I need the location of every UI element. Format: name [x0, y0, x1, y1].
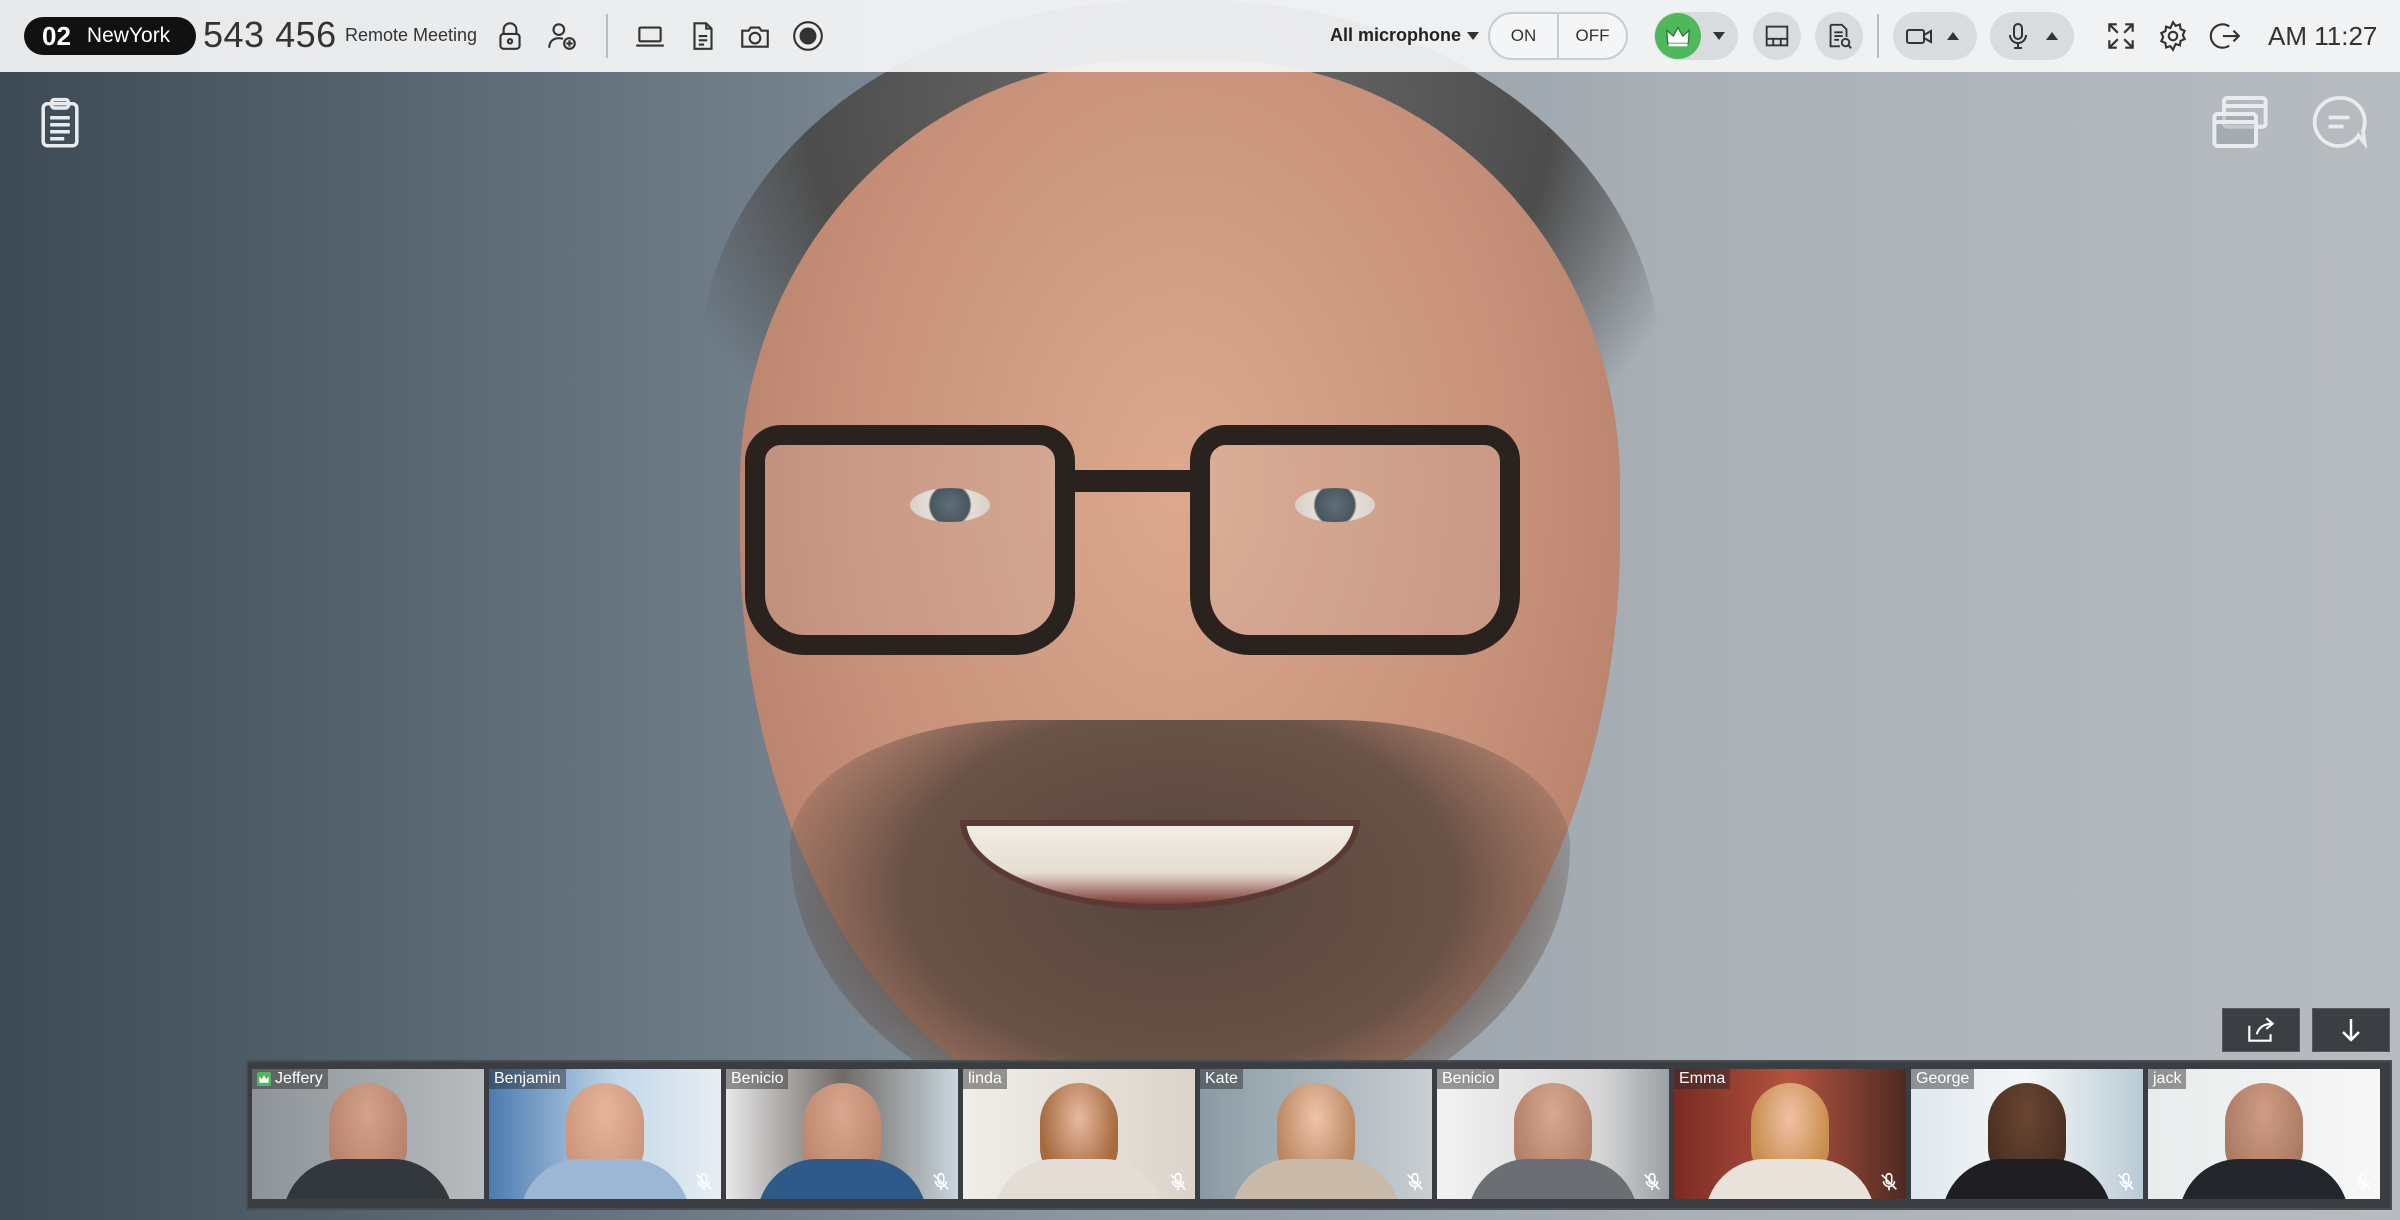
participant-filmstrip: Jeffery Benjamin Benicio linda Kate Beni… — [246, 1060, 2392, 1210]
toolbar-divider — [1877, 14, 1879, 58]
participant-tile[interactable]: Benicio — [1437, 1069, 1669, 1199]
lock-icon[interactable] — [491, 17, 529, 55]
record-icon[interactable] — [789, 17, 827, 55]
microphone-selector[interactable]: All microphone — [1330, 25, 1480, 46]
muted-microphone-icon — [1881, 1172, 1897, 1191]
glasses-lens-right — [1190, 425, 1520, 655]
fullscreen-icon[interactable] — [2102, 17, 2140, 55]
chevron-down-icon — [1713, 32, 1725, 40]
file-share-icon[interactable] — [1815, 12, 1863, 60]
participant-tile[interactable]: George — [1911, 1069, 2143, 1199]
muted-microphone-icon — [696, 1172, 712, 1191]
notes-clipboard-icon[interactable] — [28, 90, 92, 154]
settings-icon[interactable] — [2154, 17, 2192, 55]
muted-microphone-icon — [1407, 1172, 1423, 1191]
participant-tile[interactable]: Emma — [1674, 1069, 1906, 1199]
toolbar-divider — [606, 14, 608, 58]
document-icon[interactable] — [684, 17, 722, 55]
participant-name-text: George — [1916, 1070, 1970, 1087]
muted-microphone-icon — [1170, 1172, 1186, 1191]
participant-name-text: Benjamin — [494, 1070, 561, 1087]
participant-tile[interactable]: jack — [2148, 1069, 2380, 1199]
participant-name: Benicio — [726, 1069, 789, 1089]
participant-name-text: Benicio — [1442, 1070, 1495, 1087]
microphone-selector-label: All microphone — [1330, 25, 1462, 45]
clock: AM 11:27 — [2268, 21, 2378, 51]
toggle-on-button[interactable]: ON — [1490, 14, 1559, 58]
muted-microphone-icon — [933, 1172, 949, 1191]
video-control-button[interactable] — [1893, 12, 1977, 60]
layout-icon[interactable] — [1753, 12, 1801, 60]
participant-tile[interactable]: Kate — [1200, 1069, 1432, 1199]
toggle-off-button[interactable]: OFF — [1559, 14, 1626, 58]
room-number: 02 — [42, 20, 71, 51]
participant-name: Kate — [1200, 1069, 1243, 1089]
main-video-feed — [0, 0, 2400, 1220]
room-badge: 02 NewYork — [24, 17, 196, 55]
participant-name: Jeffery — [252, 1069, 328, 1089]
laptop-icon[interactable] — [631, 17, 669, 55]
participant-name-text: linda — [968, 1070, 1002, 1087]
chat-icon[interactable] — [2307, 90, 2371, 154]
participant-name-text: Kate — [1205, 1070, 1238, 1087]
audio-control-button[interactable] — [1990, 12, 2074, 60]
glasses-lens-left — [745, 425, 1075, 655]
exit-icon[interactable] — [2206, 17, 2244, 55]
host-crown-icon — [1655, 13, 1701, 59]
muted-microphone-icon — [2118, 1172, 2134, 1191]
host-control-button[interactable] — [1654, 12, 1738, 60]
participant-name-text: jack — [2153, 1070, 2182, 1087]
chevron-up-icon — [1947, 32, 1959, 40]
participant-tile[interactable]: Benjamin — [489, 1069, 721, 1199]
participant-name: George — [1911, 1069, 1975, 1089]
participant-name: linda — [963, 1069, 1007, 1089]
participant-name: Benicio — [1437, 1069, 1500, 1089]
add-participant-icon[interactable] — [543, 17, 581, 55]
meeting-id: 543 456 — [203, 14, 337, 55]
chevron-up-icon — [2046, 32, 2058, 40]
meeting-title: Remote Meeting — [345, 25, 478, 45]
participant-name-text: Jeffery — [275, 1070, 323, 1087]
microphone-icon — [2002, 20, 2034, 52]
top-toolbar: 02 NewYork 543 456 Remote Meeting All mi… — [0, 0, 2400, 72]
chevron-down-icon — [1467, 31, 1480, 40]
muted-microphone-icon — [2355, 1172, 2371, 1191]
participant-tile[interactable]: Jeffery — [252, 1069, 484, 1199]
camera-icon[interactable] — [736, 17, 774, 55]
participant-name: Benjamin — [489, 1069, 566, 1089]
muted-microphone-icon — [1644, 1172, 1660, 1191]
video-camera-icon — [1903, 20, 1935, 52]
glasses-bridge — [1065, 470, 1205, 492]
participant-name-text: Emma — [1679, 1070, 1726, 1087]
participant-name: jack — [2148, 1069, 2187, 1089]
participant-name-text: Benicio — [731, 1070, 784, 1087]
participant-name: Emma — [1674, 1069, 1731, 1089]
mic-toggle: ON OFF — [1488, 12, 1628, 60]
host-crown-icon — [257, 1072, 271, 1086]
participant-tile[interactable]: linda — [963, 1069, 1195, 1199]
collapse-down-icon[interactable] — [2312, 1008, 2390, 1052]
room-city: NewYork — [86, 24, 171, 47]
share-out-icon[interactable] — [2222, 1008, 2300, 1052]
windows-icon[interactable] — [2208, 90, 2272, 154]
participant-tile[interactable]: Benicio — [726, 1069, 958, 1199]
